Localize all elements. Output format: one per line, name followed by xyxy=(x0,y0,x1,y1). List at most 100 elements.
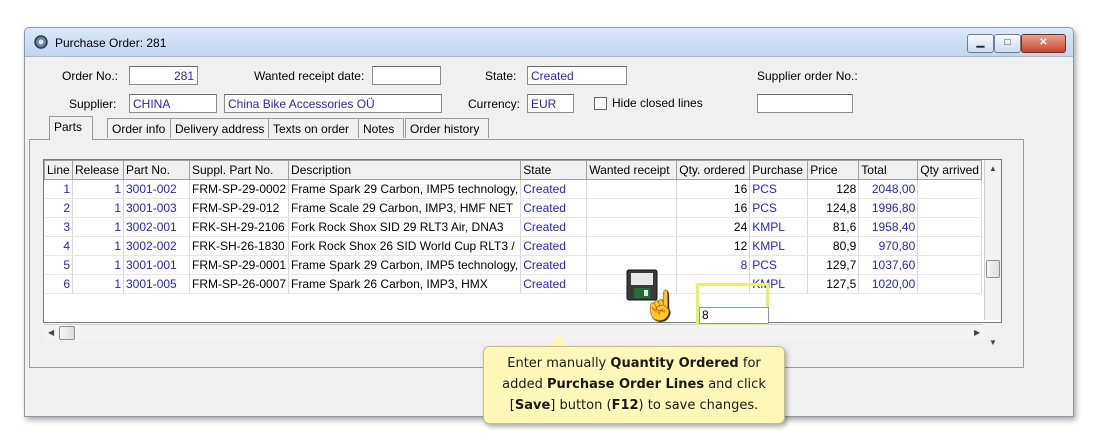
table-row[interactable]: 5 1 3001-001 FRM-SP-29-0001 Frame Spark … xyxy=(44,255,983,275)
minimize-button[interactable]: ▁ xyxy=(967,34,994,53)
col-line[interactable]: Line xyxy=(44,160,73,180)
col-wanted-receipt[interactable]: Wanted receipt xyxy=(586,160,678,180)
col-release[interactable]: Release xyxy=(72,160,124,180)
cell-total[interactable]: 970,80 xyxy=(858,236,919,256)
order-lines-grid[interactable]: Line Release Part No. Suppl. Part No. De… xyxy=(43,159,1002,323)
vertical-scrollbar[interactable]: ▲ ▼ xyxy=(984,160,1001,347)
cell-suppl-part-no[interactable]: FRM-SP-26-0007 xyxy=(189,274,290,294)
cell-wanted-receipt[interactable] xyxy=(586,198,678,218)
cell-state[interactable]: Created xyxy=(520,217,588,237)
col-qty-arrived[interactable]: Qty arrived xyxy=(917,160,983,180)
wanted-receipt-date-field[interactable] xyxy=(372,66,441,85)
cell-suppl-part-no[interactable]: FRK-SH-26-1830 xyxy=(189,236,290,256)
cell-qty-arrived[interactable] xyxy=(917,274,983,294)
cell-price[interactable]: 81,6 xyxy=(807,217,860,237)
col-purchase[interactable]: Purchase xyxy=(749,160,809,180)
cell-wanted-receipt[interactable] xyxy=(586,236,678,256)
cell-release[interactable]: 1 xyxy=(72,217,124,237)
cell-suppl-part-no[interactable]: FRM-SP-29-0001 xyxy=(189,255,290,275)
cell-line[interactable]: 3 xyxy=(44,217,73,237)
horizontal-scroll-thumb[interactable] xyxy=(59,326,75,340)
cell-state[interactable]: Created xyxy=(520,255,588,275)
cell-line[interactable]: 1 xyxy=(44,179,73,199)
cell-description[interactable]: Frame Spark 29 Carbon, IMP5 technology, xyxy=(288,255,522,275)
cell-part-no[interactable]: 3001-001 xyxy=(123,255,190,275)
cell-total[interactable]: 1958,40 xyxy=(858,217,919,237)
cell-price[interactable]: 80,9 xyxy=(807,236,860,256)
cell-part-no[interactable]: 3001-002 xyxy=(123,179,190,199)
currency-field[interactable]: EUR xyxy=(527,94,574,113)
cell-qty-arrived[interactable] xyxy=(917,179,983,199)
cell-state[interactable]: Created xyxy=(520,198,588,218)
col-suppl-part-no[interactable]: Suppl. Part No. xyxy=(188,160,290,180)
cell-price[interactable]: 127,5 xyxy=(807,274,860,294)
table-row[interactable]: 2 1 3001-003 FRM-SP-29-012 Frame Scale 2… xyxy=(44,198,983,218)
cell-line[interactable]: 2 xyxy=(44,198,73,218)
cell-suppl-part-no[interactable]: FRM-SP-29-0002 xyxy=(189,179,290,199)
cell-qty-ordered[interactable]: 24 xyxy=(676,217,751,237)
cell-part-no[interactable]: 3001-003 xyxy=(123,198,190,218)
cell-qty-ordered[interactable]: 12 xyxy=(676,236,751,256)
col-price[interactable]: Price xyxy=(807,160,860,180)
cell-state[interactable]: Created xyxy=(520,236,588,256)
col-part-no[interactable]: Part No. xyxy=(123,160,190,180)
cell-description[interactable]: Fork Rock Shox SID 29 RLT3 Air, DNA3 xyxy=(288,217,522,237)
cell-purchase[interactable]: KMPL xyxy=(749,236,809,256)
cell-part-no[interactable]: 3002-001 xyxy=(123,217,190,237)
cell-release[interactable]: 1 xyxy=(72,179,124,199)
cell-state[interactable]: Created xyxy=(520,179,588,199)
cell-part-no[interactable]: 3001-005 xyxy=(123,274,190,294)
table-row[interactable]: 1 1 3001-002 FRM-SP-29-0002 Frame Spark … xyxy=(44,179,983,199)
cell-release[interactable]: 1 xyxy=(72,236,124,256)
cell-qty-arrived[interactable] xyxy=(917,255,983,275)
tab-order-history[interactable]: Order history xyxy=(405,118,489,138)
cell-line[interactable]: 5 xyxy=(44,255,73,275)
table-row[interactable]: 6 1 3001-005 FRM-SP-26-0007 Frame Spark … xyxy=(44,274,983,294)
state-field[interactable]: Created xyxy=(527,66,627,85)
cell-line[interactable]: 6 xyxy=(44,274,73,294)
maximize-button[interactable]: □ xyxy=(994,34,1021,53)
cell-release[interactable]: 1 xyxy=(72,255,124,275)
cell-price[interactable]: 128 xyxy=(807,179,860,199)
cell-qty-arrived[interactable] xyxy=(917,217,983,237)
hide-closed-lines-checkbox[interactable] xyxy=(594,97,607,110)
tab-order-info[interactable]: Order info xyxy=(107,118,175,138)
col-qty-ordered[interactable]: Qty. ordered xyxy=(676,160,751,180)
tab-delivery-address[interactable]: Delivery address xyxy=(170,118,271,138)
cell-qty-ordered[interactable]: 16 xyxy=(676,179,751,199)
cell-wanted-receipt[interactable] xyxy=(586,179,678,199)
cell-release[interactable]: 1 xyxy=(72,274,124,294)
qty-ordered-edit-input[interactable]: 8 xyxy=(699,307,769,324)
cell-purchase[interactable]: PCS xyxy=(749,198,809,218)
cell-part-no[interactable]: 3002-002 xyxy=(123,236,190,256)
horizontal-scrollbar[interactable]: ◀ ▶ xyxy=(44,324,983,341)
cell-qty-arrived[interactable] xyxy=(917,236,983,256)
cell-description[interactable]: Frame Spark 26 Carbon, IMP3, HMX xyxy=(288,274,522,294)
col-total[interactable]: Total xyxy=(858,160,919,180)
cell-description[interactable]: Frame Scale 29 Carbon, IMP3, HMF NET xyxy=(288,198,522,218)
col-state[interactable]: State xyxy=(520,160,588,180)
cell-purchase[interactable]: PCS xyxy=(749,255,809,275)
supplier-order-no-field[interactable] xyxy=(757,94,853,113)
close-button[interactable]: ✕ xyxy=(1021,34,1066,53)
cell-description[interactable]: Frame Spark 29 Carbon, IMP5 technology, xyxy=(288,179,522,199)
supplier-code-field[interactable]: CHINA xyxy=(129,94,217,113)
tab-texts-on-order[interactable]: Texts on order xyxy=(268,118,363,138)
cell-line[interactable]: 4 xyxy=(44,236,73,256)
cell-total[interactable]: 1037,60 xyxy=(858,255,919,275)
scroll-left-icon[interactable]: ◀ xyxy=(48,328,54,337)
cell-suppl-part-no[interactable]: FRK-SH-29-2106 xyxy=(189,217,290,237)
table-row[interactable]: 3 1 3002-001 FRK-SH-29-2106 Fork Rock Sh… xyxy=(44,217,983,237)
cell-release[interactable]: 1 xyxy=(72,198,124,218)
cell-description[interactable]: Fork Rock Shox 26 SID World Cup RLT3 / xyxy=(288,236,522,256)
order-no-field[interactable]: 281 xyxy=(129,66,198,85)
cell-qty-ordered[interactable]: 8 xyxy=(676,255,751,275)
cell-qty-arrived[interactable] xyxy=(917,198,983,218)
cell-total[interactable]: 1020,00 xyxy=(858,274,919,294)
tab-parts[interactable]: Parts xyxy=(49,116,93,140)
table-row[interactable]: 4 1 3002-002 FRK-SH-26-1830 Fork Rock Sh… xyxy=(44,236,983,256)
cell-price[interactable]: 124,8 xyxy=(807,198,860,218)
scroll-right-icon[interactable]: ▶ xyxy=(974,328,980,337)
scroll-down-icon[interactable]: ▼ xyxy=(989,338,997,347)
supplier-name-field[interactable]: China Bike Accessories OÜ xyxy=(224,94,442,113)
